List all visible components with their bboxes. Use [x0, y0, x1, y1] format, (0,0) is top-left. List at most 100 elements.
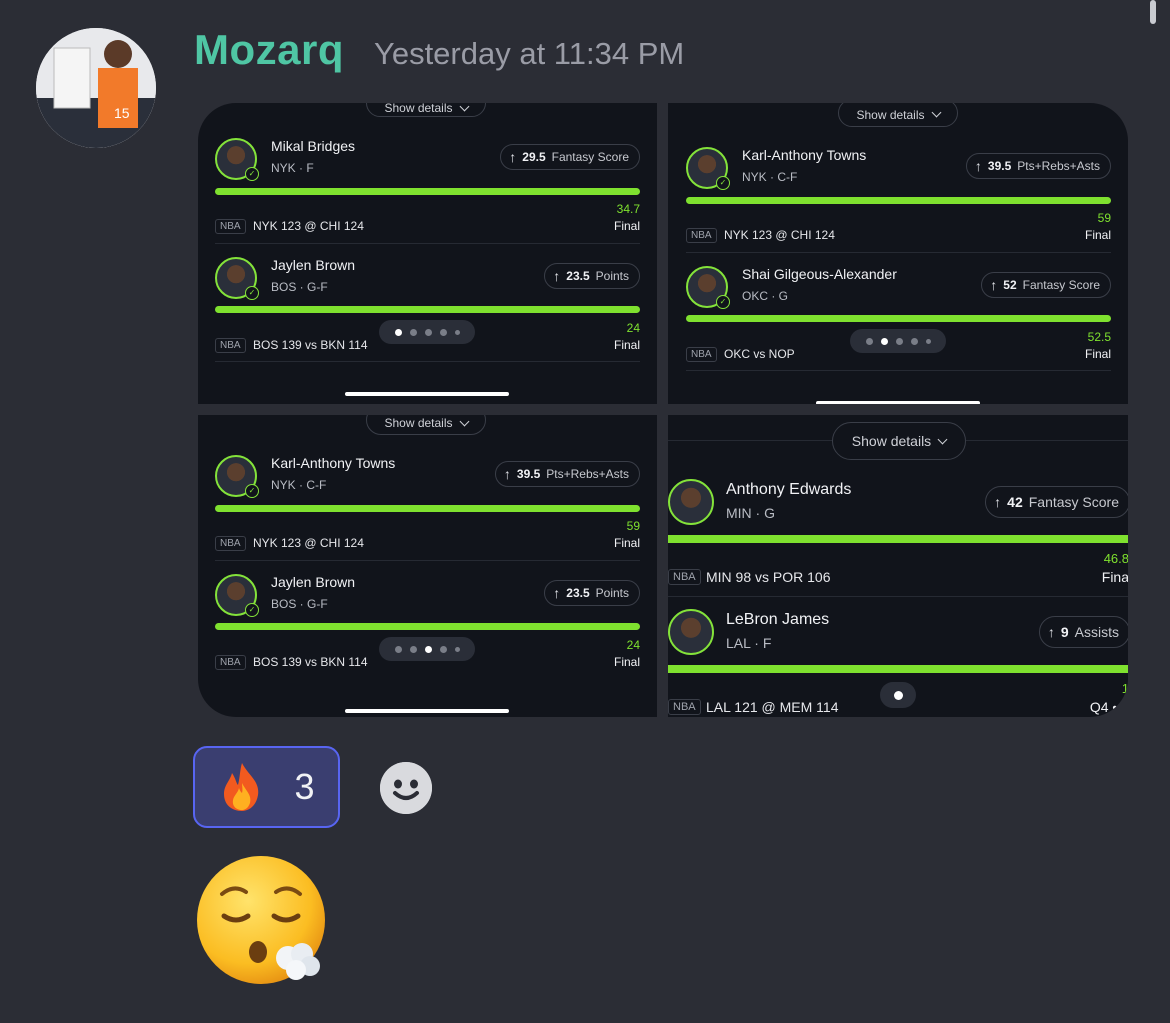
player-name: Karl-Anthony Towns — [271, 455, 396, 471]
divider — [215, 361, 640, 362]
game-score: MIN 98 vs POR 106 — [706, 569, 831, 585]
face-exhaling-sticker — [196, 854, 330, 988]
check-icon: ✓ — [245, 167, 259, 181]
player-name: Shai Gilgeous-Alexander — [742, 266, 897, 282]
player-headshot — [668, 479, 714, 525]
pick-card-4[interactable]: Show details Anthony Edwards MIN · G ↑ 4… — [668, 415, 1128, 717]
page-dot — [424, 645, 432, 653]
show-details-button[interactable]: Show details — [366, 103, 486, 117]
stat-line-pill: ↑ 29.5 Fantasy Score — [500, 144, 640, 170]
chevron-down-icon — [937, 434, 948, 444]
page-dot — [394, 328, 402, 336]
arrow-up-icon: ↑ — [1047, 624, 1055, 640]
page-dot — [439, 328, 447, 336]
player-position: NYK · F — [271, 161, 314, 175]
game-score: LAL 121 @ MEM 114 — [706, 699, 839, 715]
page-indicator[interactable] — [379, 637, 475, 661]
game-score: NYK 123 @ CHI 124 — [724, 228, 835, 242]
chevron-down-icon — [459, 416, 469, 426]
player-headshot — [668, 609, 714, 655]
pick-card-3[interactable]: Show details ✓ Karl-Anthony Towns NYK · … — [198, 415, 657, 717]
show-details-button[interactable]: Show details — [366, 415, 486, 435]
player-position: NYK · C-F — [742, 170, 798, 184]
page-dot — [454, 646, 460, 652]
add-reaction-button[interactable] — [380, 762, 432, 814]
game-score: NYK 123 @ CHI 124 — [253, 536, 364, 550]
username[interactable]: Mozarq — [194, 26, 344, 74]
league-badge: NBA — [215, 655, 246, 670]
page-dot — [454, 329, 460, 335]
stat-line-pill: ↑ 52 Fantasy Score — [981, 272, 1111, 298]
actual-value: 24 — [626, 321, 640, 335]
page-dot — [409, 328, 417, 336]
game-score: OKC vs NOP — [724, 347, 795, 361]
game-score: BOS 139 vs BKN 114 — [253, 338, 368, 352]
show-details-button[interactable]: Show details — [838, 103, 958, 127]
game-status: Fina — [1101, 569, 1128, 585]
arrow-up-icon: ↑ — [994, 494, 1002, 510]
chevron-down-icon — [459, 103, 469, 111]
home-indicator — [816, 401, 980, 404]
progress-bar — [668, 665, 1128, 673]
league-badge: NBA — [215, 338, 246, 353]
league-badge: NBA — [668, 569, 701, 585]
scrollbar[interactable] — [1150, 0, 1156, 24]
page-indicator[interactable] — [379, 320, 475, 344]
svg-text:15: 15 — [114, 105, 130, 121]
player-headshot: ✓ — [686, 266, 730, 309]
player-headshot: ✓ — [686, 147, 730, 190]
progress-bar — [668, 535, 1128, 543]
arrow-up-icon: ↑ — [974, 158, 982, 174]
home-indicator — [345, 709, 509, 713]
page-indicator[interactable] — [880, 682, 916, 708]
player-name: Mikal Bridges — [271, 138, 356, 154]
player-headshot: ✓ — [215, 455, 259, 498]
player-name: LeBron James — [726, 611, 830, 628]
arrow-up-icon: ↑ — [503, 466, 511, 482]
player-position: LAL · F — [726, 635, 772, 651]
pick-card-2[interactable]: Show details ✓ Karl-Anthony Towns NYK · … — [668, 103, 1128, 404]
player-position: BOS · G-F — [271, 280, 328, 294]
player-name: Jaylen Brown — [271, 574, 356, 590]
actual-value: 59 — [626, 519, 640, 533]
game-status: Final — [1084, 347, 1111, 361]
arrow-up-icon: ↑ — [509, 149, 517, 165]
page-indicator[interactable] — [850, 329, 946, 353]
face-exhaling-icon — [197, 856, 325, 984]
stat-line-pill: ↑ 23.5 Points — [544, 580, 640, 606]
player-name: Anthony Edwards — [726, 481, 852, 498]
game-status: Final — [613, 655, 640, 669]
check-icon: ✓ — [245, 603, 259, 617]
player-name: Karl-Anthony Towns — [742, 147, 867, 163]
page-dot — [394, 645, 402, 653]
actual-value: 59 — [1097, 211, 1111, 225]
game-status: Final — [613, 338, 640, 352]
add-reaction-smiley-icon — [380, 762, 432, 814]
progress-bar — [215, 623, 640, 630]
page-dot — [910, 337, 918, 345]
stat-line-pill: ↑ 23.5 Points — [544, 263, 640, 289]
actual-value: 46.8 — [1103, 551, 1128, 566]
user-avatar-icon: 15 — [36, 28, 156, 148]
message-timestamp: Yesterday at 11:34 PM — [374, 36, 685, 71]
game-score: NYK 123 @ CHI 124 — [253, 219, 364, 233]
league-badge: NBA — [215, 536, 246, 551]
pick-card-1[interactable]: Show details ✓ Mikal Bridges NYK · F ↑ 2… — [198, 103, 657, 404]
progress-bar — [686, 315, 1111, 322]
actual-value: 1 — [1121, 681, 1128, 696]
league-badge: NBA — [686, 347, 717, 362]
progress-bar — [686, 197, 1111, 204]
page-dot — [925, 338, 931, 344]
player-name: Jaylen Brown — [271, 257, 356, 273]
arrow-up-icon: ↑ — [990, 277, 998, 293]
league-badge: NBA — [686, 228, 717, 243]
user-avatar[interactable]: 15 — [36, 28, 156, 148]
league-badge: NBA — [668, 699, 701, 715]
game-score: BOS 139 vs BKN 114 — [253, 655, 368, 669]
fire-reaction-button[interactable]: 3 — [193, 746, 340, 828]
page-dot — [880, 337, 888, 345]
show-details-button[interactable]: Show details — [832, 422, 966, 460]
actual-value: 24 — [626, 638, 640, 652]
page-dot — [895, 337, 903, 345]
player-position: OKC · G — [742, 289, 789, 303]
